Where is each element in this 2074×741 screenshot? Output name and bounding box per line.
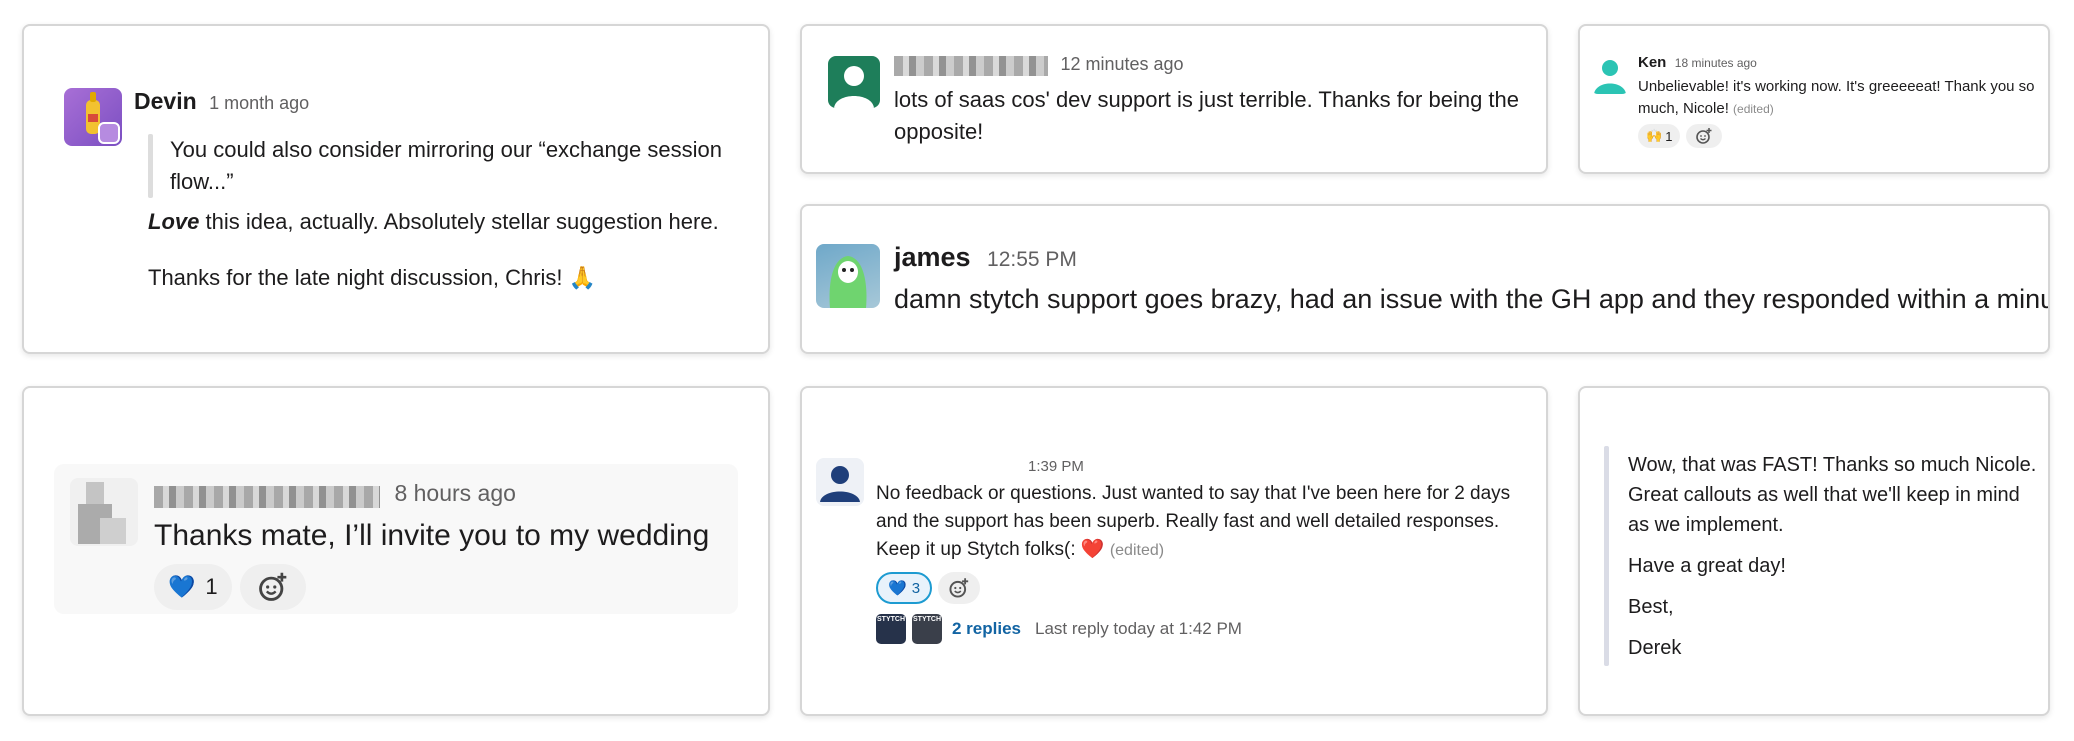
reply-avatar-1[interactable]: STYTCH	[876, 614, 906, 644]
avatar-default-user[interactable]	[828, 56, 880, 108]
reaction-count: 1	[1665, 128, 1673, 144]
paragraph: Wow, that was FAST! Thanks so much Nicol…	[1628, 454, 2037, 536]
avatar-james[interactable]	[816, 244, 880, 308]
edited-label: (edited)	[1109, 542, 1165, 559]
user-silhouette-icon	[820, 466, 860, 502]
signature: Derek	[1628, 637, 1682, 659]
paragraph: Have a great day!	[1628, 555, 1786, 577]
redacted-name	[154, 485, 380, 508]
character-avatar-icon	[829, 256, 867, 308]
add-emoji-icon	[949, 578, 969, 598]
blue-heart-icon: 💙	[888, 580, 907, 597]
message-card-devin: Devin 1 month ago You could also conside…	[22, 24, 770, 354]
timestamp[interactable]: 12 minutes ago	[1060, 54, 1183, 74]
message-body: Unbelievable! it's working now. It's gre…	[1638, 76, 2038, 120]
message-card-james: james 12:55 PM damn stytch support goes …	[800, 204, 2050, 354]
edited-label: (edited)	[1733, 102, 1774, 116]
message-text: No feedback or questions. Just wanted to…	[876, 483, 1511, 560]
avatar-default-user[interactable]	[816, 458, 864, 506]
thread-summary[interactable]: STYTCH STYTCH 2 replies Last reply today…	[876, 614, 1242, 644]
message-line: Love this idea, actually. Absolutely ste…	[148, 206, 748, 238]
last-reply-label: Last reply today at 1:42 PM	[1035, 619, 1242, 638]
quote-bar	[148, 134, 153, 198]
user-silhouette-icon	[1594, 60, 1626, 94]
message-text: lots of saas cos' dev support is just te…	[894, 87, 1520, 144]
user-silhouette-icon	[834, 66, 874, 108]
add-reaction-button[interactable]	[239, 564, 306, 610]
reaction-count: 3	[911, 579, 921, 597]
replies-link[interactable]: 2 replies	[952, 619, 1021, 639]
quote-text: You could also consider mirroring our “e…	[170, 137, 722, 194]
email-body: Wow, that was FAST! Thanks so much Nicol…	[1628, 450, 2038, 663]
reaction-raised-hands[interactable]: 🙌 1	[1638, 124, 1681, 148]
timestamp[interactable]: 8 hours ago	[394, 480, 515, 506]
add-reaction-button[interactable]	[938, 572, 981, 604]
message-line-2: Thanks for the late night discussion, Ch…	[148, 265, 597, 290]
timestamp[interactable]: 12:55 PM	[987, 248, 1077, 271]
message-text: damn stytch support goes brazy, had an i…	[894, 284, 2050, 314]
reaction-count: 1	[205, 574, 218, 599]
message-card-feedback: 1:39 PM No feedback or questions. Just w…	[800, 386, 1548, 716]
avatar-text: STYTCH	[877, 616, 905, 623]
timestamp[interactable]: 18 minutes ago	[1675, 56, 1757, 70]
message-text: Unbelievable! it's working now. It's gre…	[1638, 78, 2035, 117]
status-badge	[98, 122, 120, 144]
reaction-blue-heart[interactable]: 💙 1	[154, 564, 232, 610]
sender-name[interactable]: Devin	[134, 88, 197, 114]
timestamp[interactable]: 1:39 PM	[1028, 458, 1084, 475]
message-body: No feedback or questions. Just wanted to…	[876, 480, 1536, 565]
avatar-redacted[interactable]	[70, 478, 138, 546]
message-card-anon: 12 minutes ago lots of saas cos' dev sup…	[800, 24, 1548, 174]
quote-bar	[1604, 446, 1609, 666]
sender-name[interactable]: Ken	[1638, 54, 1666, 71]
avatar-devin[interactable]	[64, 88, 122, 146]
message-text: Thanks mate, I’ll invite you to my weddi…	[154, 519, 710, 552]
emphasis-text: Love	[148, 209, 200, 234]
sender-name[interactable]: james	[894, 242, 971, 272]
add-emoji-icon	[258, 572, 286, 601]
add-reaction-button[interactable]	[1686, 124, 1723, 148]
reaction-blue-heart[interactable]: 💙 3	[876, 572, 933, 604]
timestamp[interactable]: 1 month ago	[209, 93, 309, 113]
reply-avatar-2[interactable]: STYTCH	[912, 614, 942, 644]
avatar-ken[interactable]	[1590, 54, 1630, 94]
message-card-derek: Wow, that was FAST! Thanks so much Nicol…	[1578, 386, 2050, 716]
red-heart-icon: ❤️	[1080, 539, 1105, 560]
message-card-ken: Ken 18 minutes ago Unbelievable! it's wo…	[1578, 24, 2050, 174]
message-text: this idea, actually. Absolutely stellar …	[199, 209, 719, 234]
redacted-name	[894, 55, 1048, 76]
raised-hands-icon: 🙌	[1646, 128, 1663, 143]
paragraph: Best,	[1628, 596, 1674, 618]
add-emoji-icon	[1696, 128, 1712, 144]
message-card-wedding: 8 hours ago Thanks mate, I’ll invite you…	[22, 386, 770, 716]
blue-heart-icon: 💙	[168, 574, 196, 599]
avatar-text: STYTCH	[913, 616, 941, 623]
